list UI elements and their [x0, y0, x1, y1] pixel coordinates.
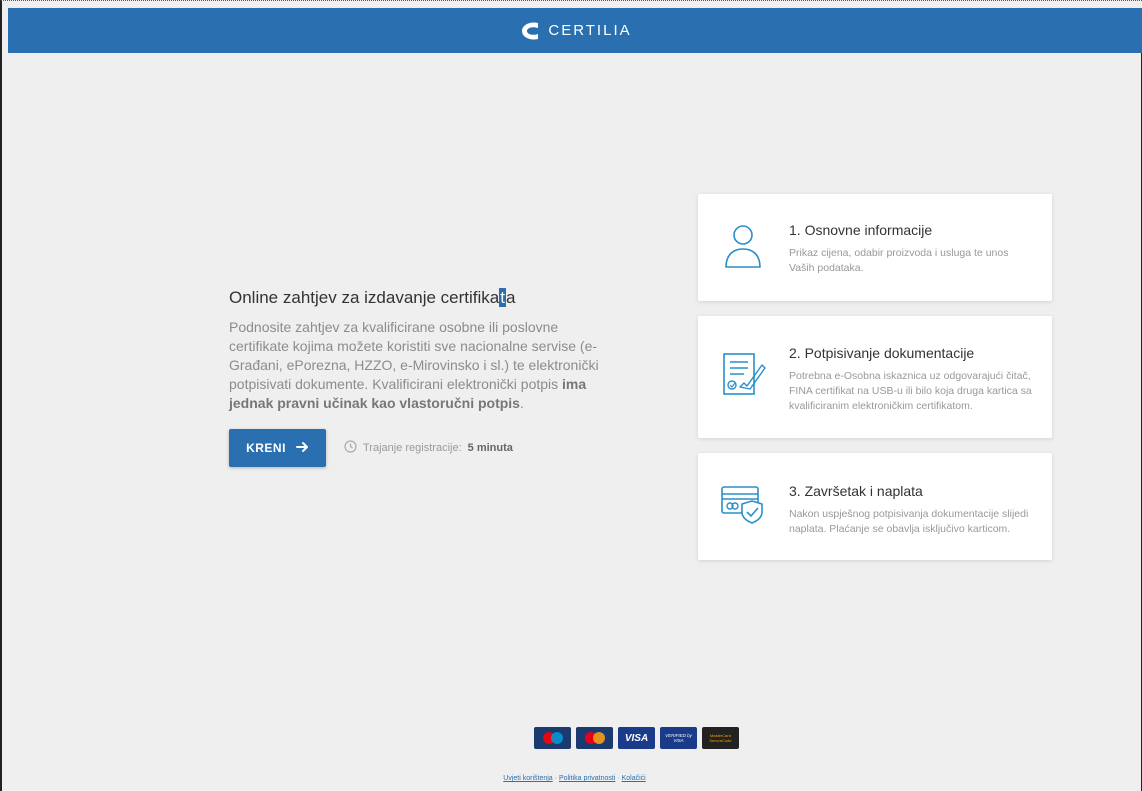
step-card-3-body: 3. Završetak i naplata Nakon uspješnog p…	[789, 482, 1034, 537]
intro-text-end: .	[519, 395, 524, 411]
intro-title-part2: a	[505, 288, 516, 307]
registration-duration: Trajanje registracije: 5 minuta	[344, 440, 513, 456]
top-header: CERTILIA	[8, 8, 1142, 53]
footer-links: Uvjeti korištenja · Politika privatnosti…	[8, 775, 1141, 782]
secure-payment-card-icon	[718, 479, 770, 531]
step-3-text: Nakon uspješnog potpisivanja dokumentaci…	[789, 508, 1029, 535]
certilia-logo-icon	[518, 19, 542, 43]
intro-title: Online zahtjev za izdavanje certifikata	[229, 287, 599, 309]
kreni-button-label: KRENI	[246, 441, 286, 455]
user-icon	[718, 221, 770, 273]
payment-logos: VISA VERIFIED by VISA MasterCard SecureC…	[534, 727, 739, 749]
securecode-label: MasterCard SecureCode	[709, 733, 732, 743]
brand-name: CERTILIA	[548, 22, 632, 39]
step-card-1: 1. Osnovne informacije Prikaz cijena, od…	[698, 194, 1052, 301]
main-content: Online zahtjev za izdavanje certifikata …	[8, 53, 1142, 791]
duration-value: 5 minuta	[467, 442, 513, 454]
arrow-right-icon	[295, 441, 309, 456]
text-cursor-selection: t	[499, 288, 506, 307]
terms-link[interactable]: Uvjeti korištenja	[503, 775, 552, 782]
clock-icon	[344, 440, 357, 456]
visa-logo: VISA	[618, 727, 655, 749]
step-card-3: 3. Završetak i naplata Nakon uspješnog p…	[698, 453, 1052, 560]
verified-by-visa-label: VERIFIED by VISA	[665, 733, 692, 743]
intro-description: Podnosite zahtjev za kvalificirane osobn…	[229, 318, 599, 413]
mastercard-logo	[576, 727, 613, 749]
intro-title-part1: Online zahtjev za izdavanje certifika	[229, 288, 500, 307]
privacy-link[interactable]: Politika privatnosti	[559, 775, 615, 782]
kreni-button[interactable]: KRENI	[229, 429, 326, 467]
intro-text: Podnosite zahtjev za kvalificirane osobn…	[229, 319, 599, 392]
mastercard-securecode-logo: MasterCard SecureCode	[702, 727, 739, 749]
duration-label: Trajanje registracije:	[363, 442, 462, 454]
step-2-text: Potrebna e-Osobna iskaznica uz odgovaraj…	[789, 370, 1032, 412]
brand[interactable]: CERTILIA	[518, 19, 631, 43]
step-1-title: 1. Osnovne informacije	[789, 222, 933, 238]
cta-row: KRENI Trajanje registracije: 5 minuta	[229, 429, 513, 467]
signed-document-icon	[718, 349, 770, 401]
verified-by-visa-logo: VERIFIED by VISA	[660, 727, 697, 749]
maestro-logo	[534, 727, 571, 749]
cookies-link[interactable]: Kolačići	[622, 775, 646, 782]
visa-label: VISA	[624, 732, 649, 744]
step-card-2-body: 2. Potpisivanje dokumentacije Potrebna e…	[789, 344, 1034, 414]
intro-section: Online zahtjev za izdavanje certifikata …	[229, 287, 599, 413]
step-3-title: 3. Završetak i naplata	[789, 483, 923, 499]
step-2-title: 2. Potpisivanje dokumentacije	[789, 345, 975, 361]
step-card-2: 2. Potpisivanje dokumentacije Potrebna e…	[698, 316, 1052, 438]
step-1-text: Prikaz cijena, odabir proizvoda i usluga…	[789, 247, 1009, 274]
step-card-1-body: 1. Osnovne informacije Prikaz cijena, od…	[789, 221, 1034, 276]
